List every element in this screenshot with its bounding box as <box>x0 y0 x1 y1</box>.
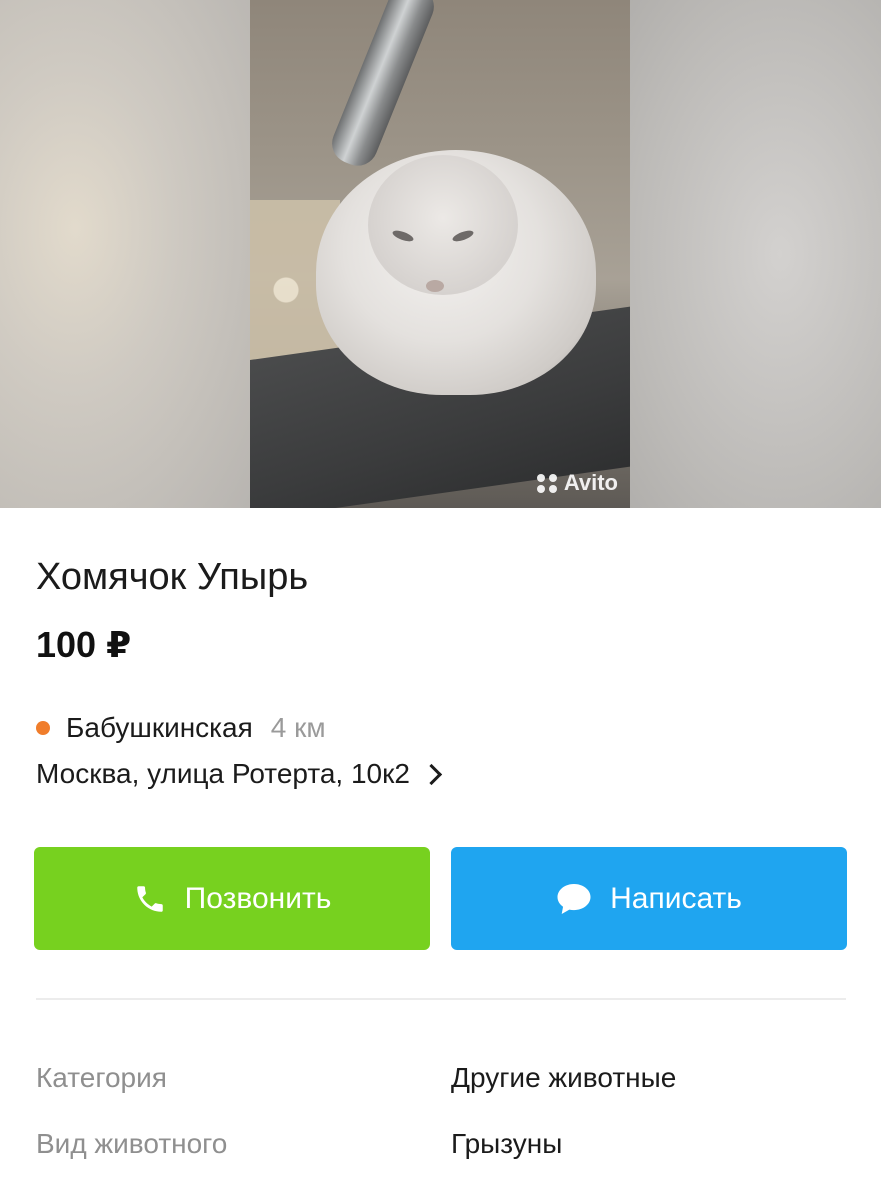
address-text: Москва, улица Ротерта, 10к2 <box>36 758 410 789</box>
section-divider <box>36 998 846 1000</box>
photo-blur-background-left <box>0 0 250 508</box>
avito-watermark: Avito <box>536 470 618 496</box>
chevron-right-icon <box>420 763 443 785</box>
metro-line-dot-icon <box>36 721 50 735</box>
hamster-head <box>368 155 518 295</box>
listing-photo-gallery[interactable]: Avito <box>0 0 881 508</box>
watermark-text: Avito <box>563 470 618 495</box>
metro-distance: 4 км <box>270 712 326 743</box>
photo-water-tube <box>326 0 440 172</box>
param-row-category: Категория Другие животные <box>36 1062 846 1094</box>
phone-icon <box>133 882 167 916</box>
write-button[interactable]: Написать <box>451 847 847 950</box>
param-value: Другие животные <box>451 1062 677 1093</box>
call-button[interactable]: Позвонить <box>34 847 430 950</box>
param-key: Категория <box>36 1062 167 1093</box>
chat-bubble-icon <box>556 882 592 916</box>
avito-logo-icon <box>536 473 558 493</box>
listing-price: 100 ₽ <box>36 624 132 665</box>
listing-title: Хомячок Упырь <box>36 556 309 598</box>
call-button-label: Позвонить <box>184 881 332 915</box>
param-row-animal-type: Вид животного Грызуны <box>36 1128 846 1160</box>
photo-blur-background-right <box>629 0 881 508</box>
listing-photo[interactable]: Avito <box>250 0 630 508</box>
hamster-nose <box>426 280 444 292</box>
metro-info: Бабушкинская 4 км <box>36 712 326 744</box>
param-key: Вид животного <box>36 1128 228 1159</box>
metro-station: Бабушкинская <box>66 712 253 743</box>
param-value: Грызуны <box>451 1128 563 1159</box>
address-link[interactable]: Москва, улица Ротерта, 10к2 <box>36 758 443 790</box>
write-button-label: Написать <box>610 881 742 915</box>
